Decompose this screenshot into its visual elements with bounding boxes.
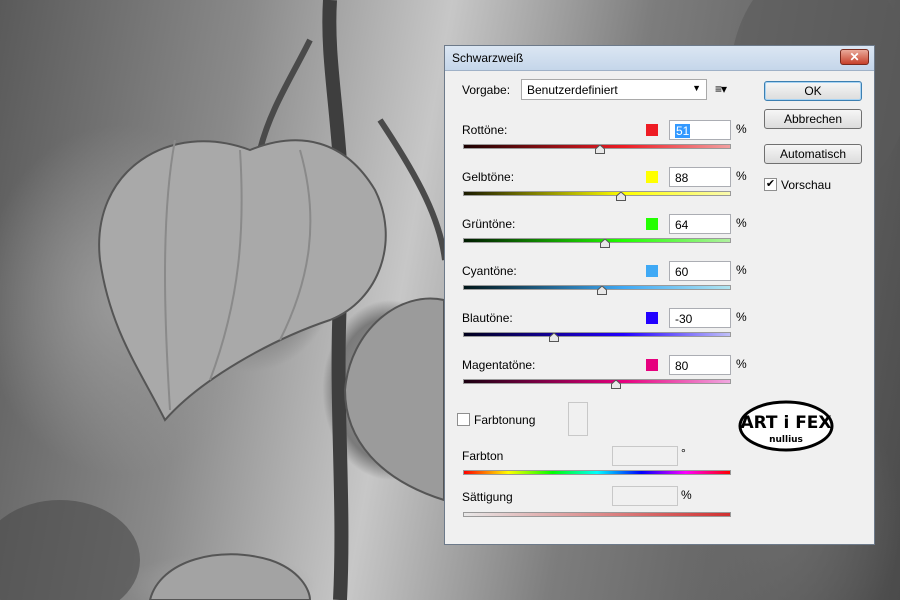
preview-label: Vorschau (781, 178, 832, 192)
channel-value-input[interactable]: 60 (669, 261, 731, 281)
channel-label: Blautöne: (462, 311, 513, 325)
percent-sign: % (736, 263, 747, 277)
slider-thumb[interactable] (549, 333, 560, 342)
channel-value-input[interactable]: 80 (669, 355, 731, 375)
percent-sign: % (736, 216, 747, 230)
channel-value: -30 (675, 312, 693, 326)
hue-unit: ° (681, 446, 686, 460)
channel-label: Gelbtöne: (462, 170, 515, 184)
hue-label: Farbton (462, 449, 504, 463)
preset-select[interactable]: Benutzerdefiniert ▼ (521, 79, 707, 100)
saturation-slider[interactable] (463, 512, 731, 517)
ok-button[interactable]: OK (764, 81, 862, 101)
channel-value-input[interactable]: -30 (669, 308, 731, 328)
saturation-input[interactable] (612, 486, 678, 506)
channel-color-swatch (646, 171, 658, 183)
hue-input[interactable] (612, 446, 678, 466)
slider-thumb[interactable] (594, 145, 605, 154)
channel-value-input[interactable]: 51 (669, 120, 731, 140)
tint-checkbox[interactable] (457, 413, 470, 426)
channel-color-swatch (646, 359, 658, 371)
channel-label: Cyantöne: (462, 264, 517, 278)
percent-sign: % (736, 310, 747, 324)
percent-sign: % (736, 357, 747, 371)
slider-thumb[interactable] (610, 380, 621, 389)
slider-thumb[interactable] (600, 239, 611, 248)
chevron-down-icon: ▼ (692, 83, 701, 93)
channel-slider[interactable] (463, 191, 731, 196)
logo-line2: nullius (769, 435, 803, 445)
tint-label: Farbtonung (474, 413, 536, 427)
channel-value: 51 (675, 124, 691, 138)
artifex-logo: ART i FEX nullius (738, 400, 834, 452)
percent-sign: % (736, 122, 747, 136)
cancel-button[interactable]: Abbrechen (764, 109, 862, 129)
channel-slider[interactable] (463, 332, 731, 337)
tint-color-swatch[interactable] (568, 402, 588, 436)
channel-value: 64 (675, 218, 689, 232)
channel-value-input[interactable]: 88 (669, 167, 731, 187)
slider-thumb[interactable] (616, 192, 627, 201)
dialog-title: Schwarzweiß (452, 51, 524, 65)
black-white-dialog: Schwarzweiß ✕ Vorgabe: Benutzerdefiniert… (444, 45, 875, 545)
channel-value: 60 (675, 265, 689, 279)
channel-color-swatch (646, 218, 658, 230)
channel-value: 88 (675, 171, 689, 185)
channel-label: Grüntöne: (462, 217, 516, 231)
saturation-unit: % (681, 488, 692, 502)
slider-thumb[interactable] (597, 286, 608, 295)
close-button[interactable]: ✕ (840, 49, 869, 65)
preset-label: Vorgabe: (462, 83, 511, 97)
channel-label: Magentatöne: (462, 358, 536, 372)
preview-checkbox[interactable]: ✔ (764, 178, 777, 191)
preset-value: Benutzerdefiniert (527, 83, 618, 97)
channel-color-swatch (646, 124, 658, 136)
preset-menu-icon[interactable]: ≡▾ (715, 82, 727, 96)
dialog-titlebar: Schwarzweiß ✕ (445, 46, 874, 71)
channel-value: 80 (675, 359, 689, 373)
channel-slider[interactable] (463, 238, 731, 243)
channel-value-input[interactable]: 64 (669, 214, 731, 234)
auto-button[interactable]: Automatisch (764, 144, 862, 164)
saturation-label: Sättigung (462, 490, 513, 504)
logo-line1: ART i FEX (740, 413, 831, 433)
percent-sign: % (736, 169, 747, 183)
channel-color-swatch (646, 312, 658, 324)
channel-slider[interactable] (463, 379, 731, 384)
hue-slider[interactable] (463, 470, 731, 475)
channel-label: Rottöne: (462, 123, 508, 137)
channel-color-swatch (646, 265, 658, 277)
